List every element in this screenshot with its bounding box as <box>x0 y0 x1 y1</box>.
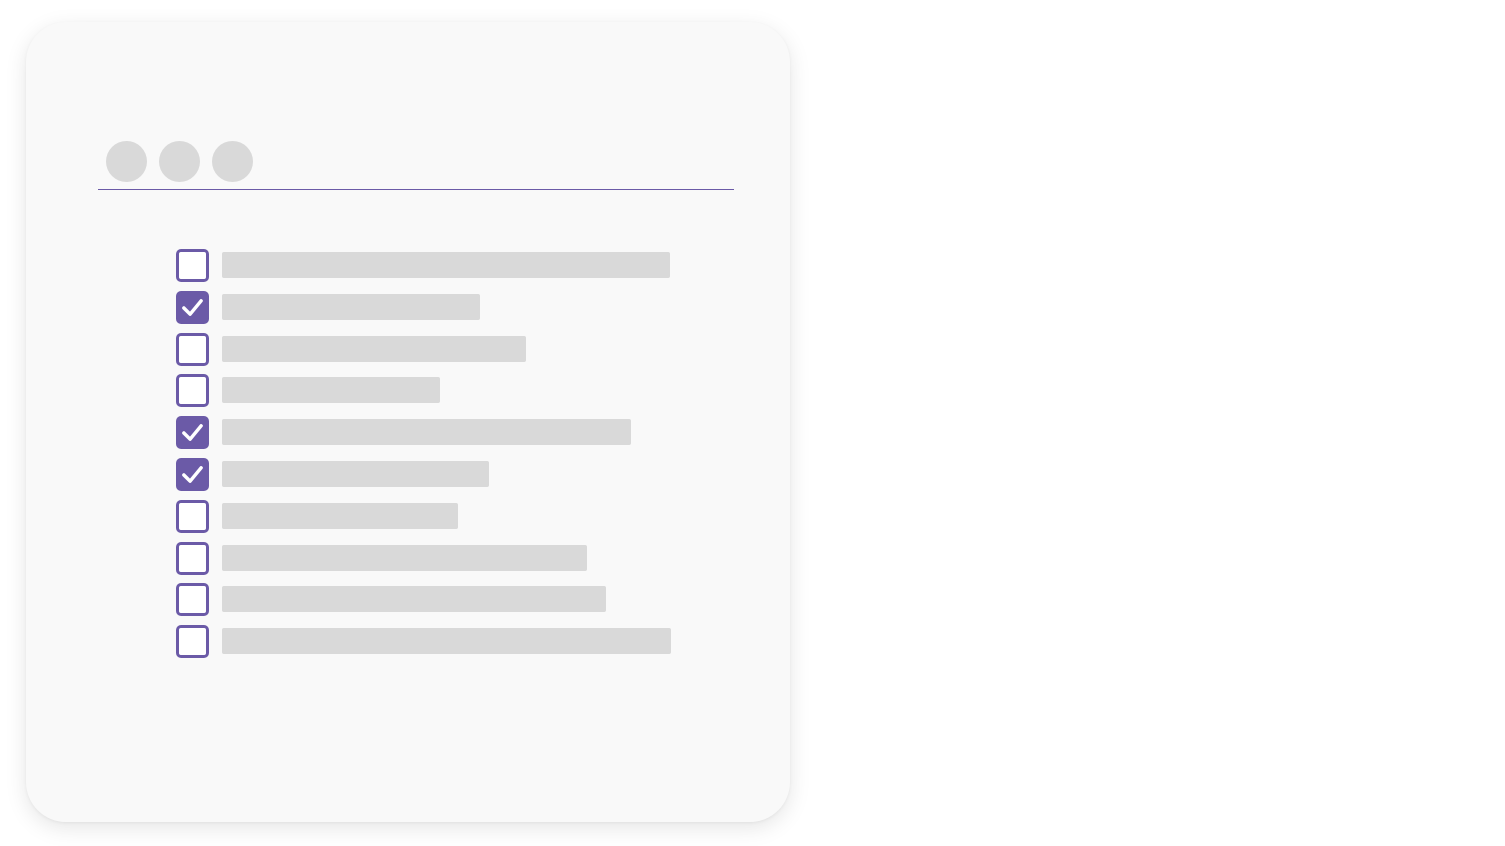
item-label-placeholder <box>222 460 489 487</box>
checkbox[interactable] <box>176 541 209 575</box>
checklist-card <box>26 22 790 822</box>
checkbox[interactable] <box>176 249 209 282</box>
check-icon <box>182 424 203 442</box>
item-label-placeholder <box>222 628 671 655</box>
checkbox[interactable] <box>176 374 209 408</box>
item-label-placeholder <box>222 252 670 278</box>
item-label-placeholder <box>222 544 587 571</box>
window-dot-1[interactable] <box>106 141 147 182</box>
item-label-placeholder <box>222 502 458 529</box>
item-label-placeholder <box>222 586 606 613</box>
item-label-placeholder <box>222 293 480 320</box>
check-icon <box>182 466 203 483</box>
checkbox[interactable] <box>176 625 209 659</box>
item-label-placeholder <box>222 377 440 404</box>
checkbox[interactable] <box>176 290 209 324</box>
window-dot-3[interactable] <box>212 141 253 182</box>
item-label-placeholder <box>222 419 631 446</box>
checkbox[interactable] <box>176 583 209 617</box>
checkbox[interactable] <box>176 457 209 491</box>
checkbox[interactable] <box>176 499 209 533</box>
window-controls <box>106 141 253 182</box>
checkbox[interactable] <box>176 416 209 450</box>
item-label-placeholder <box>222 335 526 362</box>
check-icon <box>182 298 203 316</box>
checkbox[interactable] <box>176 332 209 366</box>
header-divider <box>98 189 734 190</box>
window-dot-2[interactable] <box>159 141 200 182</box>
